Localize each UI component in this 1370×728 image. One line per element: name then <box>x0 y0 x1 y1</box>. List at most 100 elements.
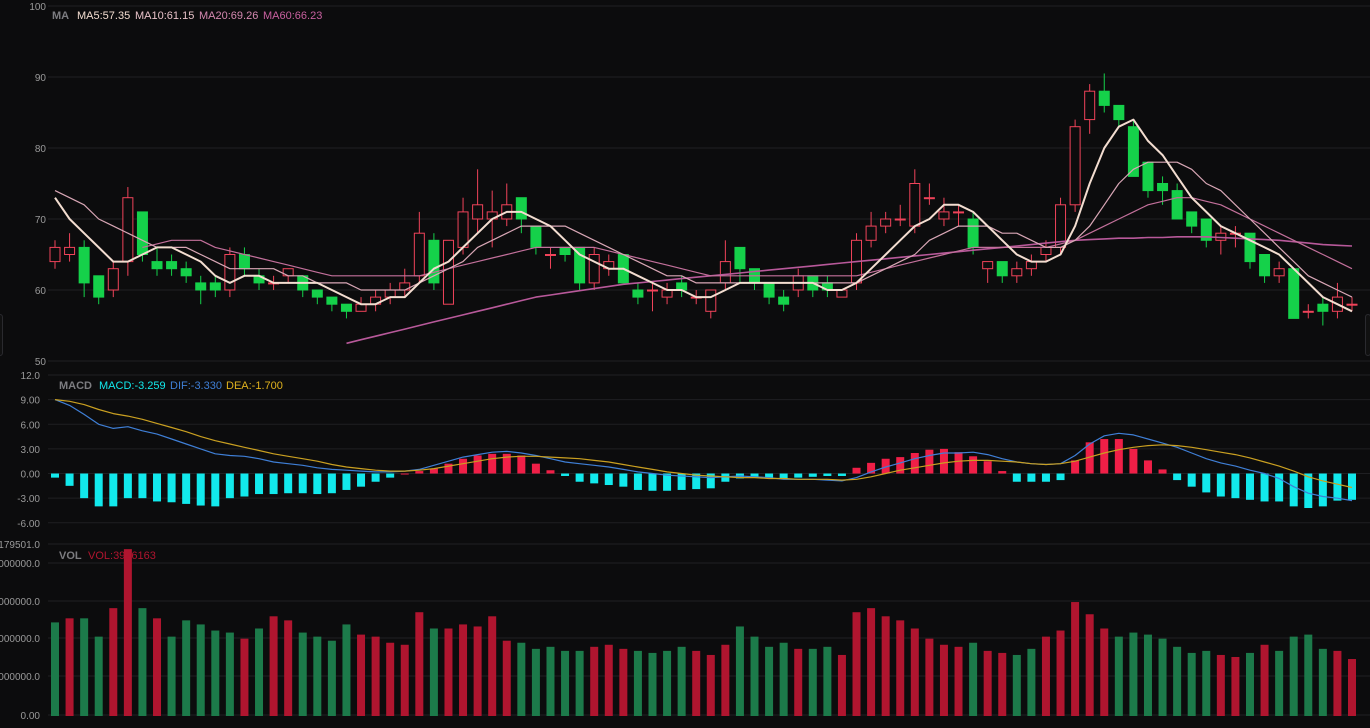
candle-body <box>515 197 527 220</box>
dif-legend: DIF:-3.330 <box>170 380 222 392</box>
macd-bar <box>327 473 336 494</box>
volume-bar <box>371 636 380 716</box>
candle-body <box>880 218 892 227</box>
candle-body <box>1142 161 1154 192</box>
macd-bar <box>633 473 642 490</box>
macd-bar <box>488 453 497 474</box>
volume-bar <box>342 624 351 716</box>
volume-bar <box>750 636 759 716</box>
candle-body <box>1084 90 1096 121</box>
macd-bar <box>648 473 657 491</box>
axis-labels: 100 90 80 70 60 50 12.0 9.00 6.00 3.00 0.00 -3.00 -6… <box>0 2 46 722</box>
macd-bar <box>342 473 351 490</box>
volume-bar <box>633 650 642 716</box>
macd-tick-label: 9.00 <box>21 396 41 407</box>
macd-bar <box>1071 460 1080 474</box>
volume-bar <box>1085 614 1094 716</box>
volume-bar <box>663 650 672 716</box>
volume-bar <box>109 608 118 716</box>
macd-bar <box>531 463 540 474</box>
candle-body <box>574 246 586 284</box>
macd-tick-label: 3.00 <box>21 445 41 456</box>
volume-bar <box>80 618 89 716</box>
volume-bar <box>1100 628 1109 716</box>
macd-bar <box>1129 448 1138 474</box>
vol-value-legend: VOL:3926163 <box>88 550 156 562</box>
candle-body <box>1157 183 1169 192</box>
macd-bar <box>779 473 788 479</box>
volume-bar <box>269 616 278 716</box>
candle-body <box>428 239 440 284</box>
macd-bar <box>1143 460 1152 474</box>
volume-bar <box>1231 656 1240 716</box>
volume-tick-label: 0000000.0 <box>0 672 40 683</box>
macd-bar <box>123 473 132 499</box>
volume-bar <box>255 628 264 716</box>
ma20-legend: MA20:69.26 <box>199 10 258 22</box>
price-tick-label: 90 <box>35 73 47 84</box>
macd-bar <box>604 473 613 486</box>
candle-body <box>384 289 396 298</box>
price-tick-label: 50 <box>35 357 47 368</box>
candle-body <box>1113 104 1125 121</box>
macd-bar <box>473 455 482 474</box>
macd-bar <box>1289 473 1298 507</box>
chart-canvas[interactable]: 100 90 80 70 60 50 12.0 9.00 6.00 3.00 0.00 -3.00 -6… <box>0 0 1370 723</box>
macd-bar <box>1202 473 1211 493</box>
candle-body <box>355 303 367 312</box>
kline-chart[interactable]: 100 90 80 70 60 50 12.0 9.00 6.00 3.00 0.00 -3.00 -6… <box>0 0 1370 723</box>
macd-tick-label: 0.00 <box>21 470 41 481</box>
volume-bar <box>1333 650 1342 716</box>
volume-bar <box>779 642 788 716</box>
candle-body <box>1171 190 1183 220</box>
macd-bar <box>1245 473 1254 500</box>
candle-body <box>909 183 921 227</box>
candle-body <box>938 211 950 220</box>
macd-bar <box>852 467 861 474</box>
macd-bar <box>837 473 846 476</box>
volume-panel[interactable] <box>51 549 1356 716</box>
candle-body <box>661 289 673 298</box>
volume-bar <box>1129 632 1138 716</box>
volume-bar <box>721 644 730 716</box>
macd-bar <box>1231 473 1240 499</box>
volume-bar <box>123 549 132 716</box>
left-edge-handle[interactable] <box>0 314 3 356</box>
volume-bar <box>138 608 147 716</box>
macd-panel[interactable] <box>51 399 1356 509</box>
macd-bar <box>998 471 1007 474</box>
macd-bar <box>517 455 526 474</box>
macd-bar <box>954 452 963 474</box>
volume-bar <box>1245 652 1254 716</box>
volume-bar <box>954 646 963 716</box>
right-edge-handle[interactable] <box>1365 314 1370 356</box>
candle-body <box>1288 268 1300 319</box>
volume-bar <box>575 650 584 716</box>
macd-bar <box>983 461 992 474</box>
volume-bar <box>706 654 715 716</box>
candle-body <box>865 225 877 241</box>
candle-body <box>209 282 221 291</box>
volume-bar <box>1260 644 1269 716</box>
candle-body <box>457 211 469 248</box>
price-panel[interactable] <box>49 73 1358 345</box>
volume-bar <box>1143 634 1152 716</box>
volume-bar <box>473 626 482 716</box>
macd-bar <box>546 470 555 474</box>
volume-bar <box>429 628 438 716</box>
volume-bar <box>823 646 832 716</box>
price-tick-label: 80 <box>35 144 47 155</box>
volume-bar <box>619 648 628 716</box>
macd-tick-label: -6.00 <box>17 519 40 530</box>
vol-legend: VOL VOL:3926163 <box>59 550 156 562</box>
macd-bar <box>415 471 424 474</box>
volume-bar <box>51 622 59 716</box>
volume-bar <box>531 648 540 716</box>
macd-bar <box>1216 473 1225 497</box>
price-tick-label: 60 <box>35 286 47 297</box>
volume-bar <box>765 646 774 716</box>
volume-bar <box>677 646 686 716</box>
macd-bar <box>167 473 176 503</box>
candle-body <box>588 254 600 284</box>
volume-tick-label: 179501.0 <box>0 540 40 551</box>
